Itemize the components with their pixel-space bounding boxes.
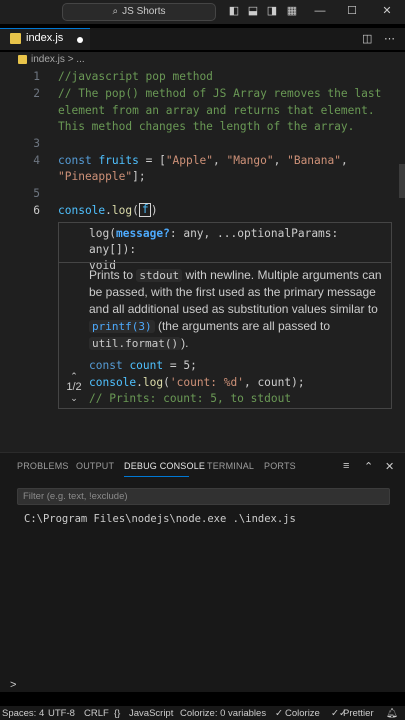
toggle-sidebar-icon[interactable]: ◧ <box>228 5 240 18</box>
search-icon: ⌕ <box>112 6 119 17</box>
tab-ports[interactable]: PORTS <box>264 461 296 471</box>
check-icon: ✓ <box>275 708 283 719</box>
clear-console-icon[interactable]: ≡ <box>343 460 349 472</box>
code-line: //javascript pop method <box>58 70 213 83</box>
code-line: This method changes the length of the ar… <box>58 120 355 133</box>
console-output-line: C:\Program Files\nodejs\node.exe .\index… <box>24 513 296 525</box>
example-code: const count = 5; console.log('count: %d'… <box>89 359 305 405</box>
line-number: 3 <box>33 137 40 150</box>
command-center[interactable]: ⌕ JS Shorts <box>62 3 216 21</box>
close-icon[interactable]: ✕ <box>381 5 393 18</box>
javascript-file-icon <box>18 55 27 64</box>
divider <box>59 262 391 263</box>
tab-output[interactable]: OUTPUT <box>76 461 114 471</box>
editor-scrollbar-thumb[interactable] <box>399 164 405 198</box>
parameter-hints-widget: log(message?: any, ...optionalParams: an… <box>58 222 392 409</box>
minimize-icon[interactable]: — <box>314 5 326 18</box>
bell-icon[interactable]: 🔔︎ <box>386 708 398 719</box>
toggle-secondary-sidebar-icon[interactable]: ◨ <box>266 5 278 18</box>
tab-index-js[interactable]: index.js <box>0 28 90 50</box>
filter-input[interactable]: Filter (e.g. text, !exclude) <box>17 488 390 505</box>
code-line: // The pop() method of JS Array removes … <box>58 87 382 100</box>
split-editor-icon[interactable]: ◫ <box>362 32 372 45</box>
overload-counter: 1/2 <box>66 381 82 393</box>
close-panel-icon[interactable]: ✕ <box>385 460 394 473</box>
code-line: "Pineapple"]; <box>58 170 146 183</box>
tab-debug-console[interactable]: DEBUG CONSOLE <box>124 461 205 471</box>
toggle-panel-icon[interactable]: ⬓ <box>247 5 259 18</box>
language-mode[interactable]: JavaScript <box>129 708 173 719</box>
line-number: 2 <box>33 87 40 100</box>
encoding-status[interactable]: UTF-8 <box>48 708 75 719</box>
command-center-label: JS Shorts <box>122 6 166 17</box>
documentation: Prints to stdout with newline. Multiple … <box>89 268 382 350</box>
tab-problems[interactable]: PROBLEMS <box>17 461 69 471</box>
code-line: const fruits = ["Apple", "Mango", "Banan… <box>58 154 348 167</box>
colorize-status[interactable]: Colorize: 0 variables <box>180 708 266 719</box>
line-number: 1 <box>33 70 40 83</box>
maximize-panel-icon[interactable]: ⌃ <box>364 460 373 473</box>
breadcrumb: index.js > ... <box>0 52 405 68</box>
javascript-file-icon <box>10 33 21 44</box>
overload-pager: ⌃ 1/2 ⌄ <box>63 371 85 404</box>
title-bar: ⌕ JS Shorts ◧ ⬓ ◨ ▦ — ☐ ✕ <box>0 0 405 24</box>
tab-label: index.js <box>26 32 64 44</box>
console-prompt[interactable]: > <box>10 679 16 691</box>
line-number: 5 <box>33 187 40 200</box>
printf-link[interactable]: printf(3) <box>89 320 155 333</box>
prettier-status[interactable]: Prettier <box>343 708 374 719</box>
status-bar: Spaces: 4 UTF-8 CRLF {} JavaScript Color… <box>0 706 405 720</box>
breadcrumb-file[interactable]: index.js > ... <box>31 54 85 65</box>
braces-icon: {} <box>114 708 121 719</box>
colorize-toggle[interactable]: Colorize <box>285 708 320 719</box>
line-number: 6 <box>33 204 40 217</box>
customize-layout-icon[interactable]: ▦ <box>286 5 298 18</box>
more-actions-icon[interactable]: ⋯ <box>384 32 395 45</box>
unsaved-dot-icon[interactable] <box>77 37 83 43</box>
chevron-down-icon[interactable]: ⌄ <box>63 393 85 404</box>
bottom-panel: PROBLEMS OUTPUT DEBUG CONSOLE TERMINAL P… <box>0 452 405 692</box>
code-line: element from an array and returns that e… <box>58 104 375 117</box>
eol-status[interactable]: CRLF <box>84 708 109 719</box>
code-line-active: console.log(f) <box>58 203 158 217</box>
active-tab-indicator <box>124 476 189 477</box>
line-number: 4 <box>33 154 40 167</box>
maximize-icon[interactable]: ☐ <box>346 5 358 18</box>
indentation-status[interactable]: Spaces: 4 <box>2 708 44 719</box>
typed-char-box: f <box>138 203 151 217</box>
tab-terminal[interactable]: TERMINAL <box>207 461 254 471</box>
editor-tab-bar: index.js ◫ ⋯ <box>0 28 405 50</box>
